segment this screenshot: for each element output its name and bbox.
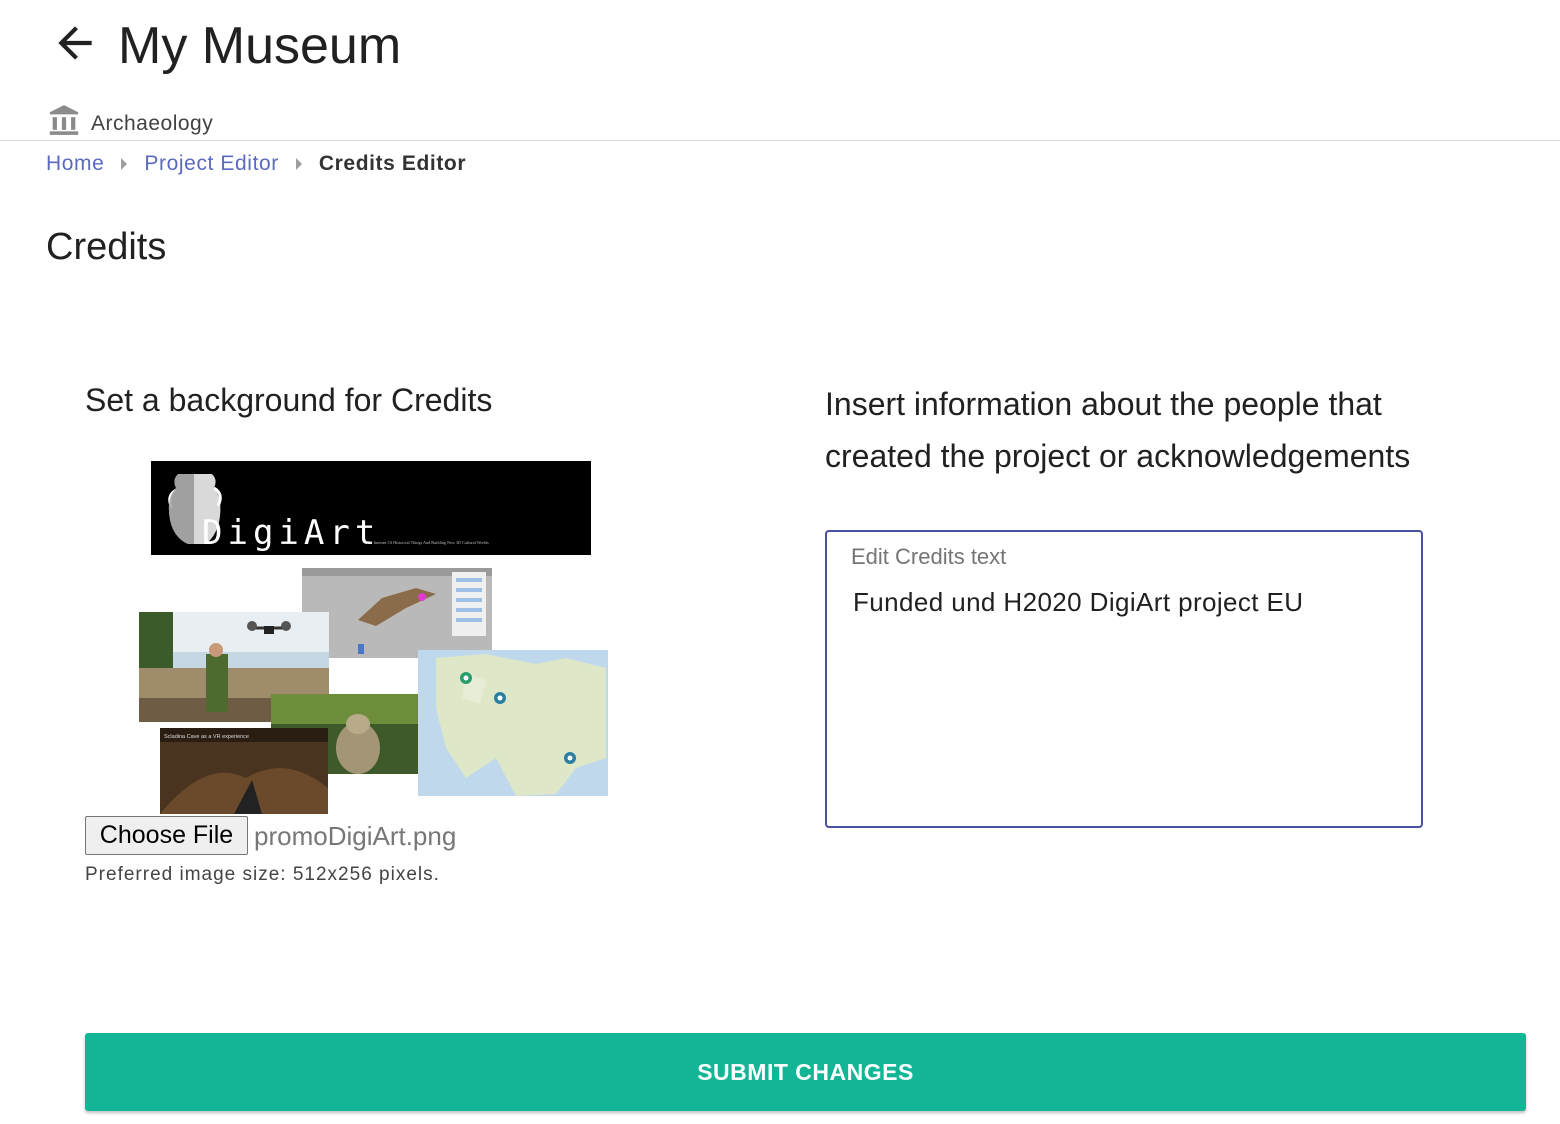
banner-title: DigiArt xyxy=(202,513,380,553)
banner-tagline: The Internet Of Historical Things And Bu… xyxy=(366,540,489,545)
museum-icon xyxy=(49,105,79,135)
image-size-hint: Preferred image size: 512x256 pixels. xyxy=(85,864,440,885)
chevron-right-icon xyxy=(288,155,310,173)
credits-textarea-label: Edit Credits text xyxy=(851,544,1007,569)
breadcrumb-project-editor-link[interactable]: Project Editor xyxy=(144,152,278,176)
selected-file-name: promoDigiArt.png xyxy=(254,821,457,851)
page-title: My Museum xyxy=(118,17,402,75)
background-preview-image: DigiArt The Internet Of Historical Thing… xyxy=(139,461,608,814)
background-heading: Set a background for Credits xyxy=(85,382,493,418)
preview-caption: Scladina Cave as a VR experience xyxy=(164,734,249,740)
breadcrumb-home-link[interactable]: Home xyxy=(46,152,104,176)
back-button[interactable] xyxy=(50,18,100,68)
header-divider xyxy=(0,140,1560,141)
breadcrumb-current: Credits Editor xyxy=(318,152,467,175)
choose-file-button[interactable]: Choose File xyxy=(85,816,248,855)
section-title: Credits xyxy=(46,226,167,268)
category-label: Archaeology xyxy=(91,112,214,135)
chevron-right-icon xyxy=(113,155,135,173)
submit-changes-button[interactable]: SUBMIT CHANGES xyxy=(85,1033,1526,1111)
breadcrumb: Home Project Editor Credits Editor xyxy=(46,150,466,178)
credits-textarea[interactable] xyxy=(825,530,1423,828)
credits-textarea-value[interactable]: Funded und H2020 DigiArt project EU xyxy=(853,585,1303,619)
submit-changes-label: SUBMIT CHANGES xyxy=(697,1058,914,1085)
credits-info-heading: Insert information about the people that… xyxy=(825,386,1411,474)
arrow-left-icon xyxy=(58,26,92,60)
